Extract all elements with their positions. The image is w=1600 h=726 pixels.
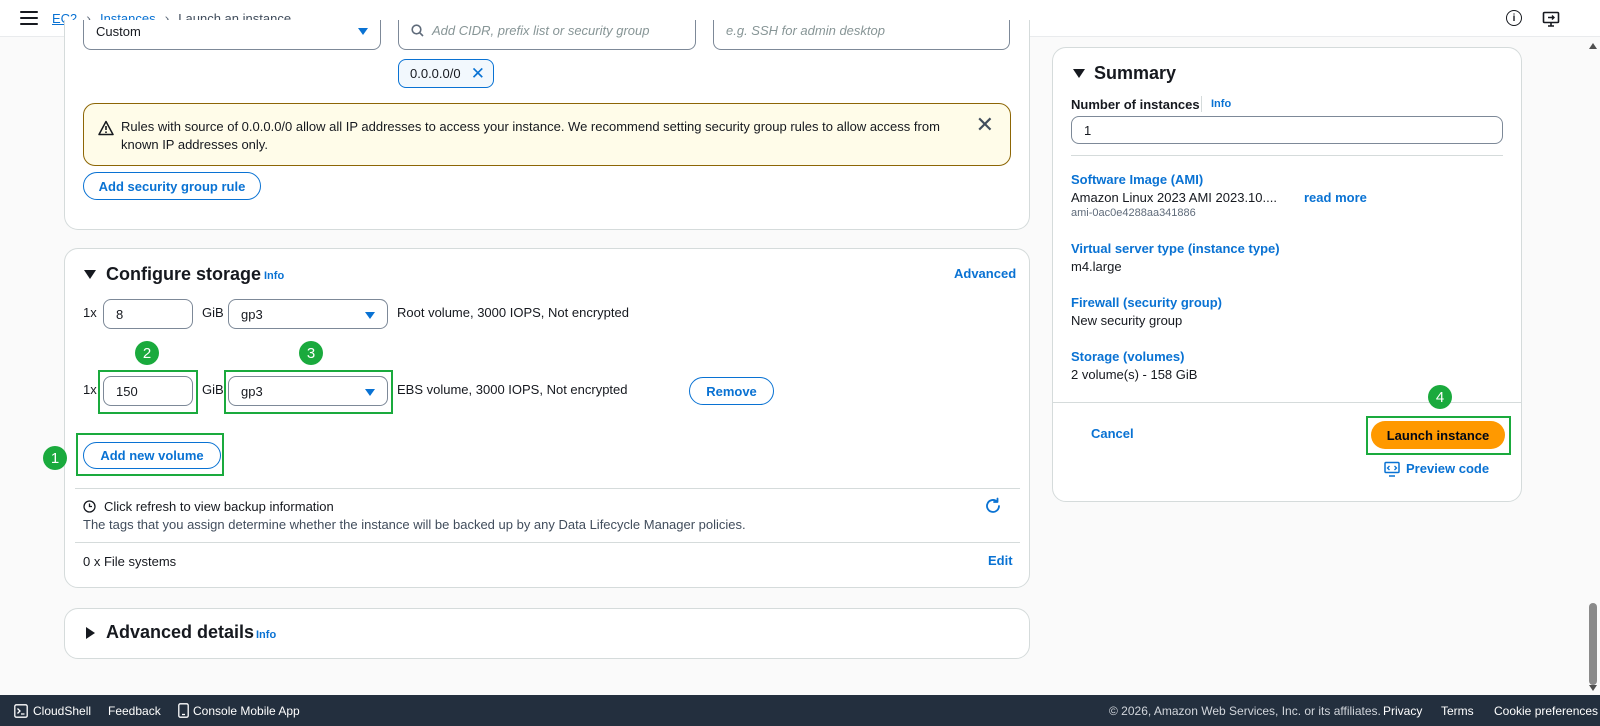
annotation-box-2: [98, 370, 198, 414]
source-token-label: 0.0.0.0/0: [410, 66, 461, 81]
scroll-up-icon[interactable]: [1589, 43, 1597, 49]
root-volume-size-input[interactable]: 8: [103, 299, 193, 329]
rule-description-input[interactable]: e.g. SSH for admin desktop: [713, 20, 1010, 50]
copyright-text: © 2026, Amazon Web Services, Inc. or its…: [1109, 704, 1381, 718]
rule-type-select[interactable]: Custom: [83, 20, 381, 50]
annotation-box-3: [224, 370, 393, 414]
search-icon: [411, 24, 424, 37]
read-more-link[interactable]: read more: [1304, 190, 1367, 205]
expand-caret-icon[interactable]: [86, 627, 95, 639]
storage-value: 2 volume(s) - 158 GiB: [1071, 367, 1198, 382]
info-icon[interactable]: i: [1506, 10, 1522, 26]
root-volume-type-select[interactable]: gp3: [228, 299, 388, 329]
annotation-badge-1: 1: [43, 446, 67, 470]
preview-code-icon: [1384, 461, 1400, 477]
scrollbar-thumb[interactable]: [1589, 603, 1597, 685]
storage-advanced-link[interactable]: Advanced: [954, 266, 1016, 281]
rule-type-value: Custom: [96, 24, 141, 39]
root-volume-description: Root volume, 3000 IOPS, Not encrypted: [397, 305, 629, 320]
source-search-input[interactable]: Add CIDR, prefix list or security group: [398, 20, 696, 50]
number-of-instances-value: 1: [1084, 122, 1092, 138]
clock-icon: [83, 500, 96, 513]
root-volume-size: 8: [116, 306, 124, 322]
annotation-box-1: [76, 433, 224, 476]
backup-description: The tags that you assign determine wheth…: [83, 517, 746, 532]
privacy-link[interactable]: Privacy: [1383, 704, 1422, 718]
divider: [75, 542, 1020, 543]
add-security-group-rule-button[interactable]: Add security group rule: [83, 172, 261, 200]
advanced-details-info-link[interactable]: Info: [256, 629, 276, 641]
divider: [75, 488, 1020, 489]
advanced-details-title: Advanced details: [106, 622, 255, 642]
number-of-instances-info-link[interactable]: Info: [1211, 98, 1231, 110]
storage-label-link[interactable]: Storage (volumes): [1071, 349, 1184, 364]
summary-title: Summary: [1094, 63, 1177, 83]
warning-text: Rules with source of 0.0.0.0/0 allow all…: [121, 119, 940, 152]
cloudshell-icon: [14, 704, 28, 718]
mobile-app-icon: [178, 703, 189, 718]
page-scrollbar[interactable]: [1586, 37, 1600, 695]
annotation-box-4: [1366, 416, 1511, 455]
configure-storage-panel: [64, 248, 1030, 588]
refresh-icon[interactable]: [984, 497, 1002, 515]
ami-value: Amazon Linux 2023 AMI 2023.10....: [1071, 190, 1277, 205]
divider: [1201, 96, 1202, 112]
volume-prefix: 1x: [83, 305, 97, 320]
chevron-down-icon: [365, 312, 375, 319]
volume-unit: GiB: [202, 305, 224, 320]
volume-prefix: 1x: [83, 382, 97, 397]
warning-icon: [98, 120, 114, 136]
collapse-caret-icon[interactable]: [1073, 69, 1085, 78]
cloudshell-link[interactable]: CloudShell: [33, 704, 91, 718]
file-systems-count: 0 x File systems: [83, 554, 177, 569]
preview-code-link[interactable]: Preview code: [1406, 461, 1489, 476]
menu-icon[interactable]: [20, 11, 38, 25]
collapse-caret-icon[interactable]: [84, 270, 96, 279]
annotation-badge-3: 3: [299, 341, 323, 365]
ebs-volume-description: EBS volume, 3000 IOPS, Not encrypted: [397, 382, 628, 397]
open-access-warning: Rules with source of 0.0.0.0/0 allow all…: [83, 103, 1011, 166]
console-mobile-app-link[interactable]: Console Mobile App: [193, 704, 300, 718]
footer-bar: CloudShell Feedback Console Mobile App ©…: [0, 695, 1600, 726]
storage-title: Configure storage: [106, 264, 262, 284]
close-icon[interactable]: ✕: [976, 114, 994, 136]
edit-file-systems-link[interactable]: Edit: [988, 553, 1013, 568]
number-of-instances-input[interactable]: 1: [1071, 116, 1503, 144]
cookie-preferences-link[interactable]: Cookie preferences: [1494, 704, 1598, 718]
number-of-instances-label: Number of instances: [1071, 97, 1200, 112]
feedback-link[interactable]: Feedback: [108, 704, 161, 718]
ami-id: ami-0ac0e4288aa341886: [1071, 207, 1196, 219]
source-token: 0.0.0.0/0 ✕: [398, 59, 494, 88]
backup-title: Click refresh to view backup information: [104, 499, 334, 514]
source-placeholder: Add CIDR, prefix list or security group: [432, 23, 650, 38]
ami-label-link[interactable]: Software Image (AMI): [1071, 172, 1203, 187]
scroll-down-icon[interactable]: [1589, 685, 1597, 691]
screen-share-icon[interactable]: [1542, 10, 1560, 31]
firewall-value: New security group: [1071, 313, 1183, 328]
root-volume-type: gp3: [241, 306, 263, 322]
volume-unit: GiB: [202, 382, 224, 397]
instance-type-value: m4.large: [1071, 259, 1122, 274]
remove-token-icon[interactable]: ✕: [471, 65, 485, 83]
annotation-badge-4: 4: [1428, 385, 1452, 409]
cancel-button[interactable]: Cancel: [1091, 426, 1134, 441]
remove-volume-button[interactable]: Remove: [689, 377, 774, 405]
annotation-badge-2: 2: [135, 341, 159, 365]
firewall-label-link[interactable]: Firewall (security group): [1071, 295, 1222, 310]
description-placeholder: e.g. SSH for admin desktop: [726, 23, 885, 38]
divider: [1071, 155, 1503, 156]
storage-info-link[interactable]: Info: [264, 270, 284, 282]
terms-link[interactable]: Terms: [1441, 704, 1474, 718]
instance-type-label-link[interactable]: Virtual server type (instance type): [1071, 241, 1280, 256]
